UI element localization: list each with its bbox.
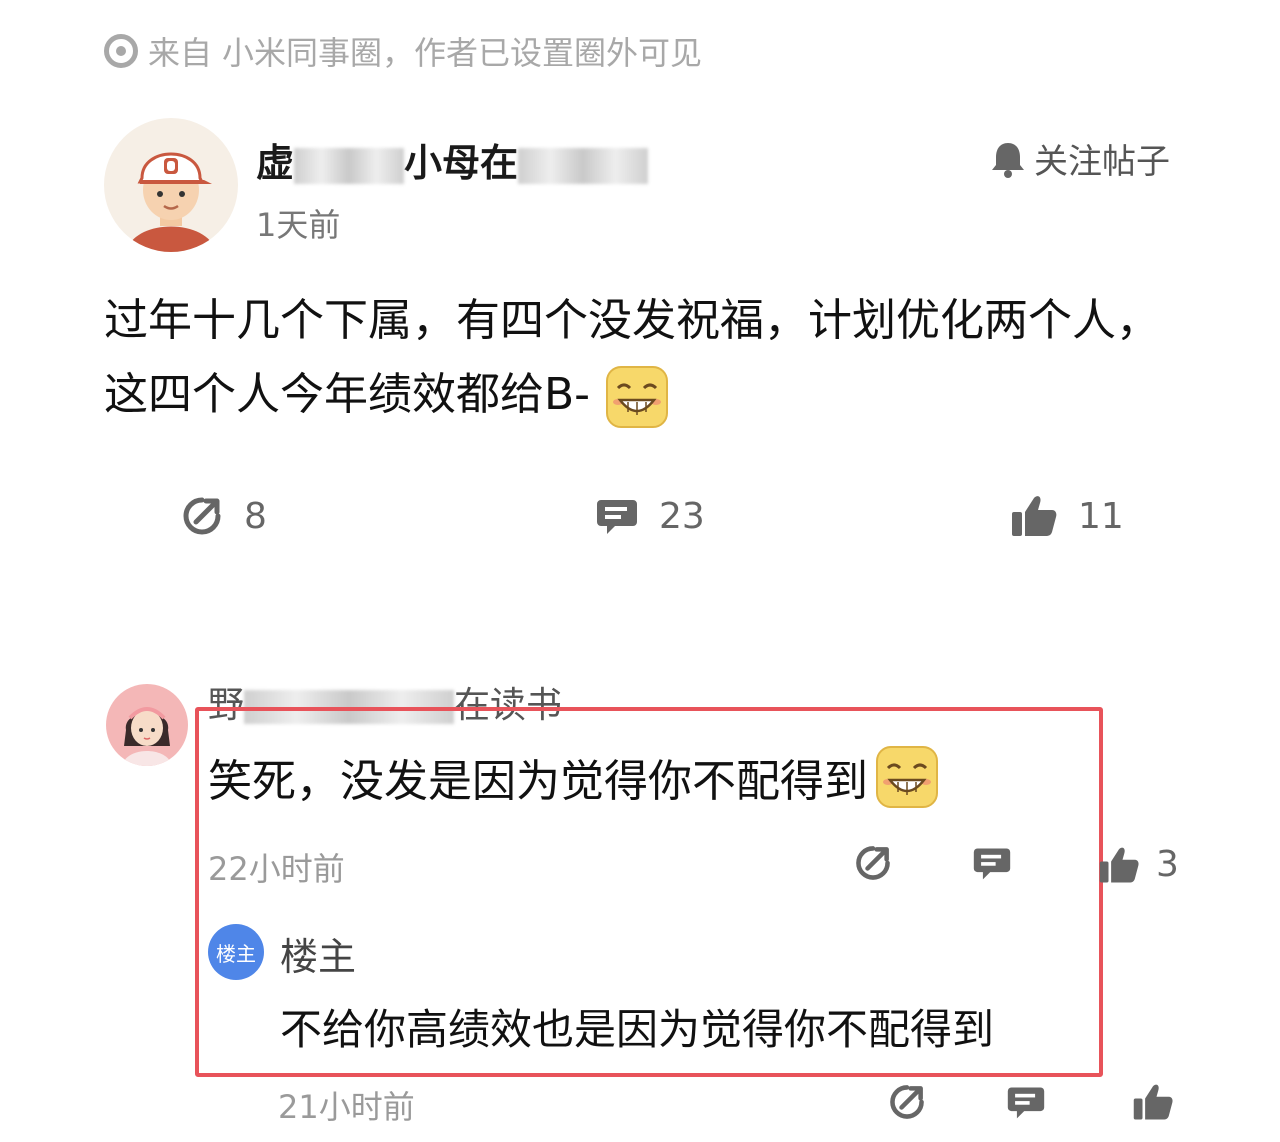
commenter-avatar[interactable]: [106, 684, 188, 766]
comment-text: 笑死，没发是因为觉得你不配得到: [208, 756, 868, 807]
comment-share-button[interactable]: [853, 843, 893, 887]
reply-reply-button[interactable]: [1006, 1082, 1046, 1126]
share-icon: [890, 1085, 924, 1119]
grin-emoji-icon: [876, 746, 938, 808]
reply-author[interactable]: 楼主: [280, 926, 356, 981]
thumbs-up-icon: [1133, 1084, 1173, 1120]
author-name[interactable]: 虚 小母在: [256, 132, 649, 187]
source-row: 来自 小米同事圈，作者已设置圈外可见: [104, 28, 702, 74]
follow-label: 关注帖子: [1034, 142, 1170, 182]
author-name-start: 虚: [256, 141, 295, 185]
comment-icon: [597, 500, 637, 534]
follow-post-button[interactable]: 关注帖子: [988, 134, 1170, 183]
bell-icon: [992, 142, 1024, 178]
reply-like-button[interactable]: [1132, 1082, 1174, 1126]
reply-text: 不给你高绩效也是因为觉得你不配得到: [280, 1005, 995, 1054]
like-count: 11: [1078, 495, 1124, 537]
post-time: 1天前: [256, 206, 341, 244]
comment-time: 22小时前: [208, 850, 345, 888]
comment-count: 23: [659, 495, 705, 537]
author-avatar[interactable]: [104, 118, 238, 252]
share-icon: [183, 497, 221, 535]
comment-action[interactable]: 23: [595, 494, 705, 538]
reply-time: 21小时前: [278, 1088, 415, 1126]
source-prefix: 来自: [148, 34, 213, 72]
comment-reply-button[interactable]: [972, 843, 1012, 887]
share-count: 8: [244, 495, 267, 537]
thumbs-up-icon: [1099, 847, 1139, 882]
grin-emoji-icon: [606, 366, 669, 428]
post-body: 过年十几个下属，有四个没发祝福，计划优化两个人，这四个人今年绩效都给B-: [104, 284, 1184, 432]
author-name-mid: 小母在: [404, 141, 519, 185]
author-name-blur: [518, 147, 649, 184]
share-action[interactable]: 8: [180, 494, 267, 538]
comment-like-count: 3: [1156, 844, 1179, 885]
comment-body: 笑死，没发是因为觉得你不配得到: [208, 744, 940, 810]
thumbs-up-icon: [1012, 496, 1057, 536]
share-icon: [856, 846, 890, 880]
comment-icon: [973, 848, 1011, 880]
comment-icon: [1007, 1087, 1045, 1119]
reply-share-button[interactable]: [887, 1082, 927, 1126]
circle-target-icon: [104, 34, 138, 68]
like-action[interactable]: 11: [1010, 494, 1124, 538]
op-badge: 楼主: [208, 924, 264, 980]
comment-like-button[interactable]: 3: [1098, 844, 1179, 885]
author-name-blur: [294, 147, 405, 184]
source-circle[interactable]: 小米同事圈，作者已设置圈外可见: [222, 28, 702, 74]
